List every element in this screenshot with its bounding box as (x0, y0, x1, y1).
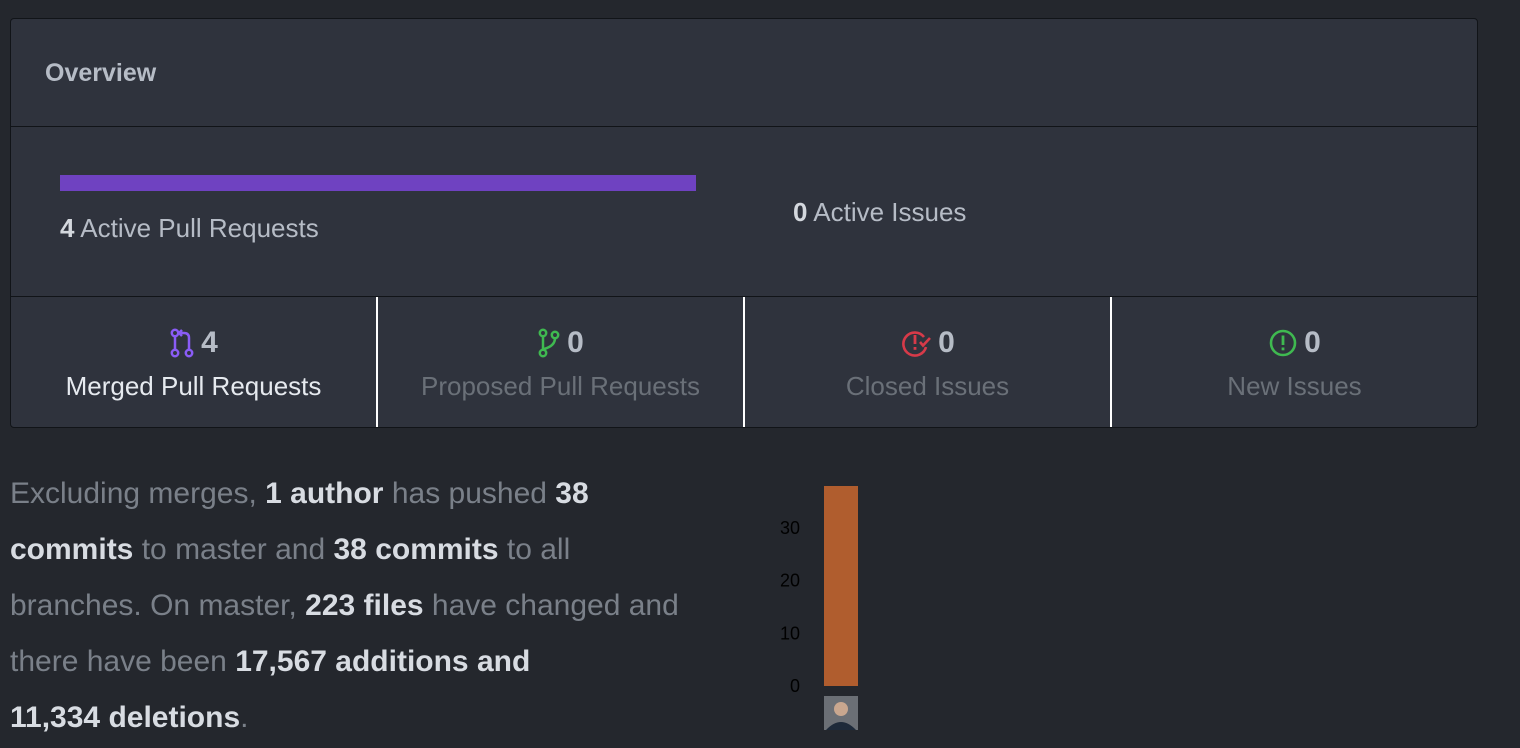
issue-opened-icon (1268, 328, 1298, 358)
commits-all-count: 38 commits (333, 533, 499, 566)
commits-by-author-chart: 0 10 20 30 (780, 486, 858, 730)
proposed-pull-requests-label: Proposed Pull Requests (421, 371, 700, 401)
commit-summary: Excluding merges, 1 author has pushed 38… (10, 466, 710, 746)
new-issues-count: 0 (1304, 326, 1321, 359)
active-pull-requests-bar (60, 175, 696, 191)
additions-count: 17,567 additions (235, 645, 469, 678)
git-pull-request-icon (537, 328, 561, 358)
files-changed-count: 223 files (305, 589, 424, 622)
overview-title: Overview (45, 59, 157, 87)
active-pull-requests-label: Active Pull Requests (80, 213, 319, 243)
new-issues-tab[interactable]: 0 New Issues (1112, 297, 1477, 427)
summary-text: to master and (133, 533, 334, 566)
issue-closed-icon (900, 328, 932, 358)
merged-pull-requests-count: 4 (201, 326, 218, 359)
overview-summary: 4 Active Pull Requests 0 Active Issues (11, 127, 1477, 297)
new-issues-label: New Issues (1227, 371, 1362, 401)
overview-header: Overview (11, 19, 1477, 127)
closed-issues-label: Closed Issues (845, 371, 1010, 401)
summary-text: . (240, 701, 249, 734)
active-pull-requests-link[interactable]: 4 Active Pull Requests (60, 213, 319, 244)
active-issues-count: 0 (793, 197, 808, 227)
active-issues-label: Active Issues (813, 197, 967, 227)
overview-stats: 4 Merged Pull Requests 0 Proposed Pull R… (11, 297, 1477, 427)
y-tick-label: 30 (780, 518, 800, 538)
summary-text: Excluding merges, (10, 477, 266, 510)
deletions-count: 11,334 deletions (10, 701, 241, 734)
merged-pull-requests-label: Merged Pull Requests (65, 371, 322, 401)
summary-text: has pushed (383, 477, 556, 510)
closed-issues-tab[interactable]: 0 Closed Issues (745, 297, 1112, 427)
active-pull-requests-count: 4 (60, 213, 75, 243)
proposed-pull-requests-tab[interactable]: 0 Proposed Pull Requests (378, 297, 745, 427)
author-count: 1 author (265, 477, 384, 510)
y-tick-label: 10 (780, 623, 800, 643)
closed-issues-count: 0 (938, 326, 955, 359)
overview-panel: Overview 4 Active Pull Requests 0 Active… (10, 18, 1478, 428)
y-tick-label: 0 (790, 676, 800, 696)
summary-text-and: and (468, 645, 531, 678)
proposed-pull-requests-count: 0 (567, 326, 584, 359)
y-tick-label: 20 (780, 571, 800, 591)
git-merge-icon (169, 328, 195, 358)
active-issues-link[interactable]: 0 Active Issues (793, 197, 966, 228)
merged-pull-requests-tab[interactable]: 4 Merged Pull Requests (11, 297, 378, 427)
commits-bar[interactable] (824, 486, 858, 686)
author-avatar[interactable] (824, 696, 858, 730)
